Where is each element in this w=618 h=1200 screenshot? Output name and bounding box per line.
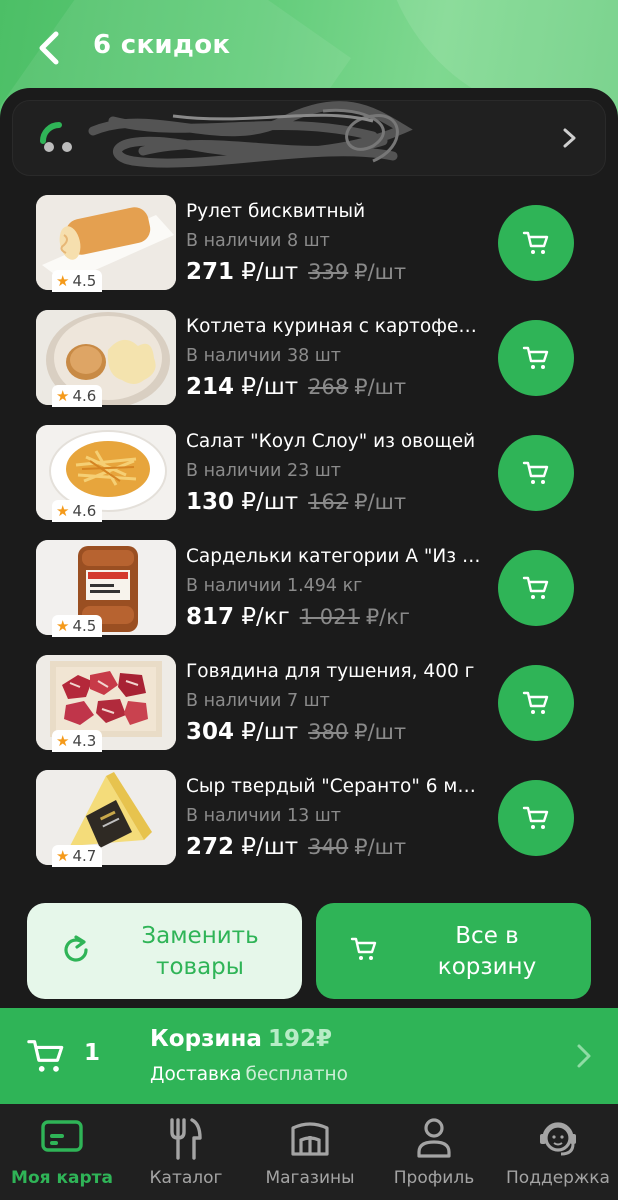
- product-item[interactable]: ★ 4.6 Котлета куриная с картофел... В нал…: [0, 310, 618, 425]
- star-icon: ★: [56, 387, 70, 405]
- cart-icon: [522, 806, 549, 829]
- cart-icon: [350, 937, 377, 960]
- chevron-right-icon: [563, 128, 576, 148]
- replace-items-label: Заменить товары: [141, 923, 259, 980]
- old-price: 162: [308, 490, 349, 514]
- cart-icon: [522, 691, 549, 714]
- old-price: 1 021: [299, 605, 360, 629]
- product-price: 130 ₽/шт 162 ₽/шт: [186, 489, 407, 515]
- product-stock: В наличии 7 шт: [186, 691, 330, 711]
- cart-delivery: Доставка бесплатно: [150, 1064, 348, 1085]
- rating-badge: ★ 4.6: [52, 385, 103, 407]
- product-item[interactable]: ★ 4.3 Говядина для тушения, 400 г В налич…: [0, 655, 618, 770]
- store-icon: [291, 1122, 329, 1156]
- cart-bar[interactable]: 1 Корзина 192₽ Доставка бесплатно: [0, 1008, 618, 1104]
- tab-support[interactable]: Поддержка: [496, 1104, 618, 1200]
- product-name: Говядина для тушения, 400 г: [186, 661, 475, 682]
- product-item[interactable]: ★ 4.5 Рулет бисквитный В наличии 8 шт 271…: [0, 195, 618, 310]
- add-to-cart-button[interactable]: [498, 205, 574, 281]
- product-stock: В наличии 38 шт: [186, 346, 341, 366]
- product-price: 272 ₽/шт 340 ₽/шт: [186, 834, 407, 860]
- cart-title: Корзина 192₽: [150, 1026, 332, 1052]
- all-to-cart-label: Все в корзину: [437, 923, 537, 980]
- add-to-cart-button[interactable]: [498, 435, 574, 511]
- star-icon: ★: [56, 502, 70, 520]
- old-price: 268: [308, 375, 349, 399]
- product-name: Салат "Коул Слоу" из овощей: [186, 431, 476, 452]
- cart-icon: [522, 576, 549, 599]
- rating-badge: ★ 4.6: [52, 500, 103, 522]
- action-buttons: Заменить товары Все в корзину: [0, 903, 618, 999]
- redaction-scribble: [88, 101, 413, 168]
- tab-my-card[interactable]: Моя карта: [0, 1104, 124, 1200]
- rating-badge: ★ 4.5: [52, 270, 103, 292]
- star-icon: ★: [56, 272, 70, 290]
- product-item[interactable]: ★ 4.7 Сыр твердый "Серанто" 6 ме... В нал…: [0, 770, 618, 885]
- add-to-cart-button[interactable]: [498, 550, 574, 626]
- product-name: Сардельки категории А "Из г...: [186, 546, 486, 567]
- page-title: 6 скидок: [93, 30, 231, 60]
- old-price: 380: [308, 720, 349, 744]
- product-stock: В наличии 23 шт: [186, 461, 341, 481]
- star-icon: ★: [56, 732, 70, 750]
- back-arrow-icon: [39, 31, 59, 65]
- product-price: 214 ₽/шт 268 ₽/шт: [186, 374, 407, 400]
- product-stock: В наличии 1.494 кг: [186, 576, 363, 596]
- profile-icon: [417, 1118, 451, 1158]
- chevron-right-icon: [577, 1044, 591, 1068]
- card-icon: [41, 1120, 83, 1152]
- rating-badge: ★ 4.7: [52, 845, 103, 867]
- rating-badge: ★ 4.3: [52, 730, 103, 752]
- product-price: 817 ₽/кг 1 021 ₽/кг: [186, 604, 410, 630]
- tab-profile[interactable]: Профиль: [372, 1104, 496, 1200]
- add-to-cart-button[interactable]: [498, 780, 574, 856]
- back-button[interactable]: [30, 28, 66, 68]
- cart-icon: [522, 231, 549, 254]
- replace-items-button[interactable]: Заменить товары: [27, 903, 302, 999]
- product-price: 271 ₽/шт 339 ₽/шт: [186, 259, 407, 285]
- product-name: Рулет бисквитный: [186, 201, 366, 222]
- tab-stores[interactable]: Магазины: [248, 1104, 372, 1200]
- star-icon: ★: [56, 617, 70, 635]
- add-to-cart-button[interactable]: [498, 665, 574, 741]
- support-icon: [540, 1122, 576, 1156]
- cart-icon: [522, 346, 549, 369]
- product-stock: В наличии 13 шт: [186, 806, 341, 826]
- all-to-cart-button[interactable]: Все в корзину: [316, 903, 591, 999]
- tab-catalog[interactable]: Каталог: [124, 1104, 248, 1200]
- refresh-icon: [64, 935, 88, 962]
- product-price: 304 ₽/шт 380 ₽/шт: [186, 719, 407, 745]
- product-name: Сыр твердый "Серанто" 6 ме...: [186, 776, 486, 797]
- old-price: 340: [308, 835, 349, 859]
- product-item[interactable]: ★ 4.5 Сардельки категории А "Из г... В на…: [0, 540, 618, 655]
- star-icon: ★: [56, 847, 70, 865]
- cart-icon: [522, 461, 549, 484]
- cart-icon: [27, 1040, 64, 1072]
- add-to-cart-button[interactable]: [498, 320, 574, 396]
- rating-badge: ★ 4.5: [52, 615, 103, 637]
- header: 6 скидок: [0, 0, 618, 96]
- old-price: 339: [308, 260, 349, 284]
- product-stock: В наличии 8 шт: [186, 231, 330, 251]
- product-name: Котлета куриная с картофел...: [186, 316, 486, 337]
- cart-count: 1: [84, 1040, 101, 1066]
- product-item[interactable]: ★ 4.6 Салат "Коул Слоу" из овощей В налич…: [0, 425, 618, 540]
- fork-knife-icon: [170, 1118, 202, 1160]
- bottom-tab-bar: Моя карта Каталог Магазины Профиль Подде…: [0, 1104, 618, 1200]
- store-selector[interactable]: [12, 100, 606, 176]
- cart-sum: 192₽: [267, 1026, 332, 1052]
